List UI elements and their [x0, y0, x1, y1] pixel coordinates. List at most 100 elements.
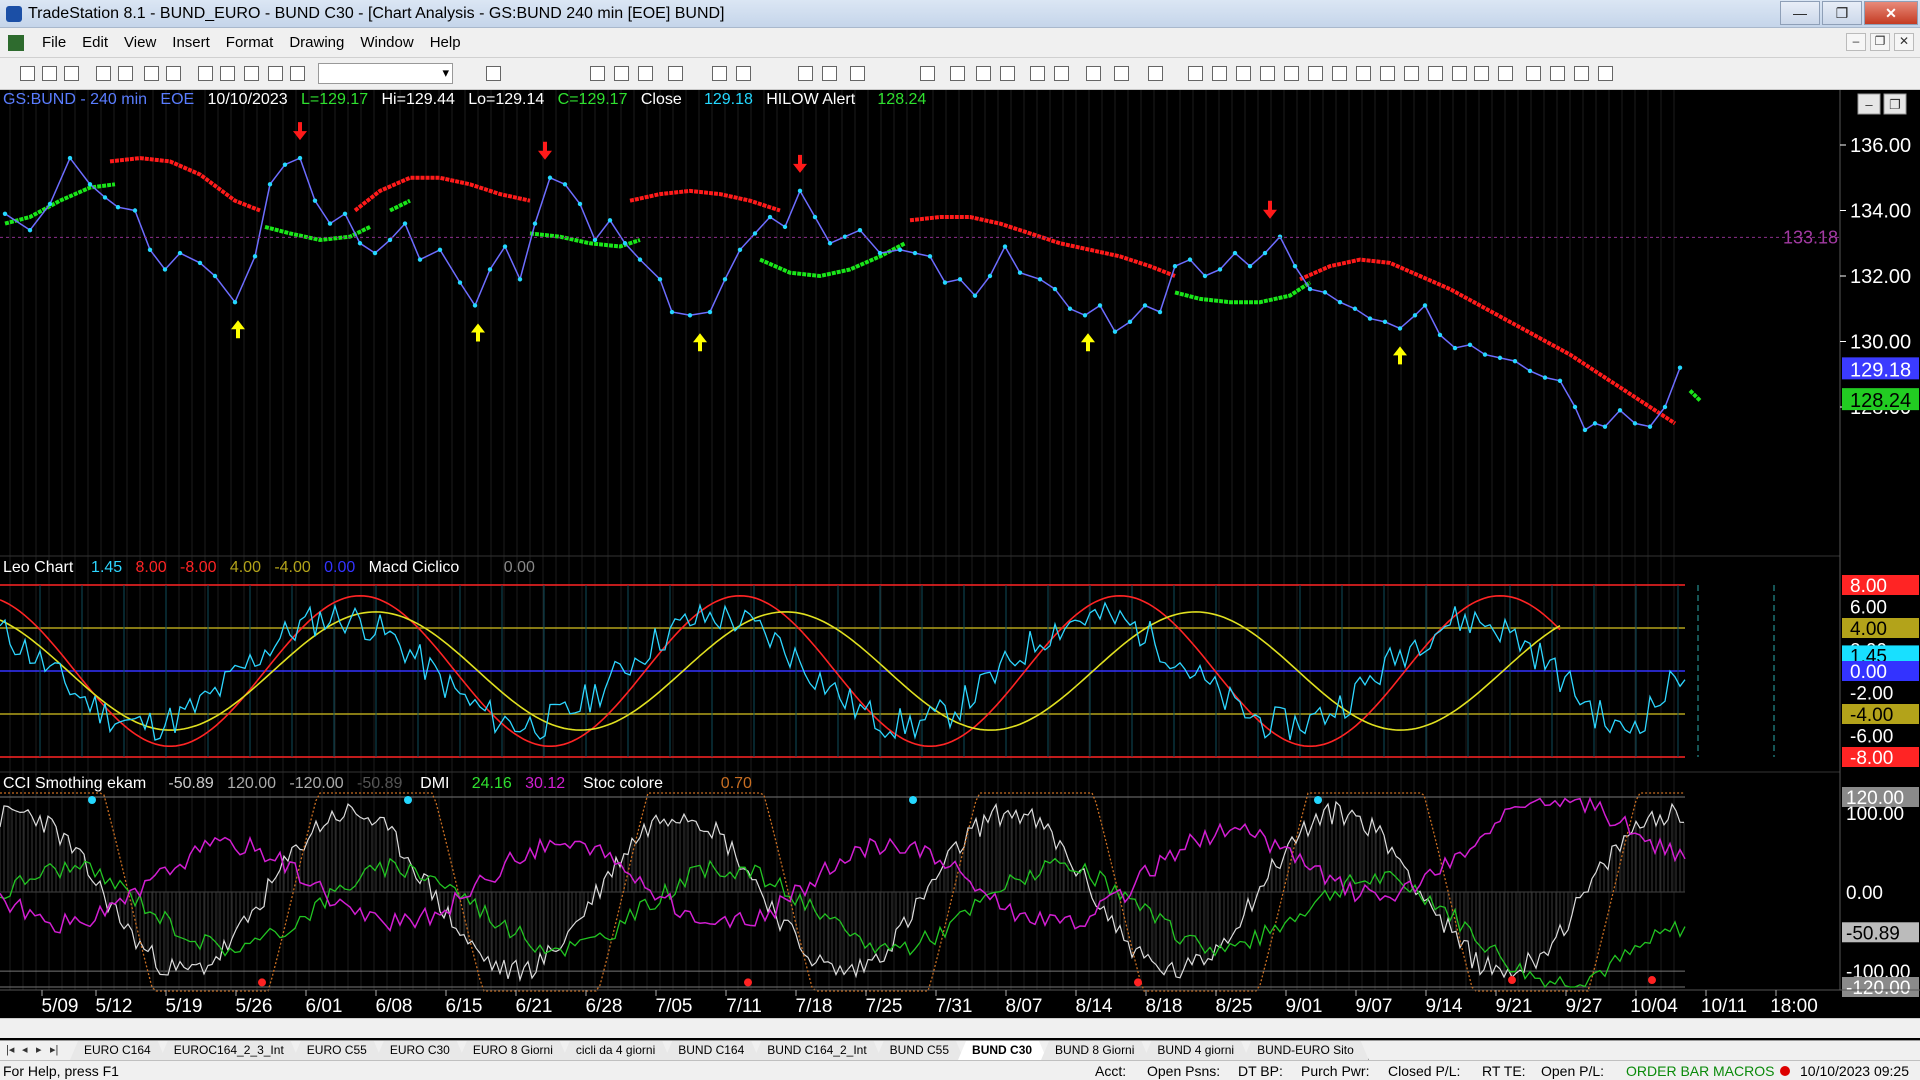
chart-canvas[interactable]: 133.18136.00134.00132.00130.00128.00129.…	[0, 90, 1920, 1020]
symbol-combo[interactable]	[318, 63, 453, 84]
insert-analysis-icon[interactable]	[712, 66, 727, 81]
price-point	[1142, 303, 1148, 308]
menu-edit[interactable]: Edit	[74, 34, 116, 51]
circle-icon[interactable]	[1598, 66, 1613, 81]
x-axis-label: 7/11	[726, 996, 762, 1017]
new-icon[interactable]	[20, 66, 35, 81]
table-icon[interactable]	[614, 66, 629, 81]
menu-format[interactable]: Format	[218, 34, 282, 51]
workspace-tab[interactable]: BUND C164	[664, 1041, 759, 1060]
workspace-tab[interactable]: BUND 4 giorni	[1143, 1041, 1249, 1060]
macd-axis-label: 6.00	[1850, 598, 1887, 619]
bar-chart-icon[interactable]	[798, 66, 813, 81]
workspace-tab[interactable]: EURO C55	[293, 1041, 382, 1060]
open-icon[interactable]	[64, 66, 79, 81]
clipboard-icon[interactable]	[1148, 66, 1163, 81]
tab-first-icon[interactable]: |◂	[6, 1043, 14, 1056]
hilow-green-line	[1174, 280, 1312, 305]
export-icon[interactable]	[1114, 66, 1129, 81]
format-analysis-icon[interactable]	[736, 66, 751, 81]
line-chart-icon[interactable]	[850, 66, 865, 81]
print-icon[interactable]	[166, 66, 181, 81]
chart-horizontal-scrollbar[interactable]	[0, 1018, 1920, 1038]
workspace-tab[interactable]: EURO C30	[376, 1041, 465, 1060]
copy-icon[interactable]	[96, 66, 111, 81]
workspace-tab[interactable]: EURO C164	[70, 1041, 166, 1060]
scroll-left-icon[interactable]	[920, 66, 935, 81]
price-pane-header: GS:BUND - 240 min EOE 10/10/2023 L=129.1…	[3, 91, 926, 109]
ellipse-icon[interactable]	[1550, 66, 1565, 81]
tab-next-icon[interactable]: ▸	[36, 1043, 42, 1056]
chart-analysis-window[interactable]: 133.18136.00134.00132.00130.00128.00129.…	[0, 90, 1920, 1052]
wrench-icon[interactable]	[1086, 66, 1101, 81]
horizontal-lines-icon[interactable]	[1236, 66, 1251, 81]
refresh-icon[interactable]	[198, 66, 213, 81]
zoom-out-icon[interactable]	[1000, 66, 1015, 81]
menu-drawing[interactable]: Drawing	[281, 34, 352, 51]
tab-last-icon[interactable]: ▸|	[50, 1043, 58, 1056]
maximize-button[interactable]: ❐	[1822, 1, 1862, 25]
chart-style-icon[interactable]	[668, 66, 683, 81]
macd-axis-label: 4.00	[1850, 619, 1887, 640]
lock-icon[interactable]	[244, 66, 259, 81]
text-icon[interactable]	[1526, 66, 1541, 81]
save-icon[interactable]	[144, 66, 159, 81]
menu-help[interactable]: Help	[422, 34, 469, 51]
arc-icon[interactable]	[1452, 66, 1467, 81]
scroll-right-icon[interactable]	[950, 66, 965, 81]
trendline-icon[interactable]	[1188, 66, 1203, 81]
order-bar-button[interactable]: ORDER BAR	[1626, 1063, 1709, 1079]
workspace-tab[interactable]: BUND C30	[958, 1041, 1047, 1060]
workspace-tab[interactable]: cicli da 4 giorni	[562, 1041, 670, 1060]
rectangle-icon[interactable]	[1574, 66, 1589, 81]
price-point	[562, 182, 568, 187]
freehand-icon[interactable]	[1498, 66, 1513, 81]
price-point	[1382, 319, 1388, 325]
channel-icon[interactable]	[1380, 66, 1395, 81]
spreadsheet-icon[interactable]	[638, 66, 653, 81]
close-button[interactable]: ✕	[1864, 1, 1918, 25]
vertical-lines-icon[interactable]	[1212, 66, 1227, 81]
price-point	[1412, 313, 1418, 318]
gann-fan-icon[interactable]	[1356, 66, 1371, 81]
speed-lines-icon[interactable]	[1284, 66, 1299, 81]
find-icon[interactable]	[486, 66, 501, 81]
fibonacci-icon[interactable]	[1260, 66, 1275, 81]
parallel-lines-icon[interactable]	[1428, 66, 1443, 81]
price-point	[342, 211, 348, 216]
cycle-lines-icon[interactable]	[1474, 66, 1489, 81]
tools-icon[interactable]	[268, 66, 283, 81]
macros-button[interactable]: MACROS	[1713, 1063, 1774, 1079]
arrow-both-icon[interactable]	[1404, 66, 1419, 81]
candlestick-icon[interactable]	[822, 66, 837, 81]
workspace-tab[interactable]: EURO 8 Giorni	[459, 1041, 568, 1060]
doc-restore-button[interactable]: ❐	[1870, 33, 1890, 51]
menu-view[interactable]: View	[116, 34, 164, 51]
macro-icon[interactable]	[220, 66, 235, 81]
menu-window[interactable]: Window	[352, 34, 421, 51]
workspace-tab[interactable]: EUROC164_2_3_Int	[160, 1041, 299, 1060]
data-window-icon[interactable]	[1054, 66, 1069, 81]
chart-document-icon[interactable]	[8, 35, 24, 51]
price-point	[67, 155, 73, 161]
menu-file[interactable]: File	[34, 34, 74, 51]
workspace-tab[interactable]: BUND 8 Giorni	[1041, 1041, 1149, 1060]
pointer-icon[interactable]	[1030, 66, 1045, 81]
workspace-tab[interactable]: BUND C55	[876, 1041, 964, 1060]
regression-icon[interactable]	[1332, 66, 1347, 81]
doc-close-button[interactable]: ✕	[1894, 33, 1914, 51]
workspace-tab[interactable]: BUND-EURO Sito	[1243, 1041, 1369, 1060]
doc-minimize-button[interactable]: –	[1846, 33, 1866, 51]
minimize-button[interactable]: —	[1780, 1, 1820, 25]
workspace-tab[interactable]: BUND C164_2_Int	[753, 1041, 881, 1060]
andrews-pitchfork-icon[interactable]	[1308, 66, 1323, 81]
menu-insert[interactable]: Insert	[164, 34, 218, 51]
apps-icon[interactable]	[290, 66, 305, 81]
zoom-in-icon[interactable]	[976, 66, 991, 81]
folder-icon[interactable]	[118, 66, 133, 81]
new-window-icon[interactable]	[42, 66, 57, 81]
tab-prev-icon[interactable]: ◂	[22, 1043, 28, 1056]
grid-icon[interactable]	[590, 66, 605, 81]
price-point	[577, 201, 583, 207]
price-point	[1467, 342, 1473, 347]
